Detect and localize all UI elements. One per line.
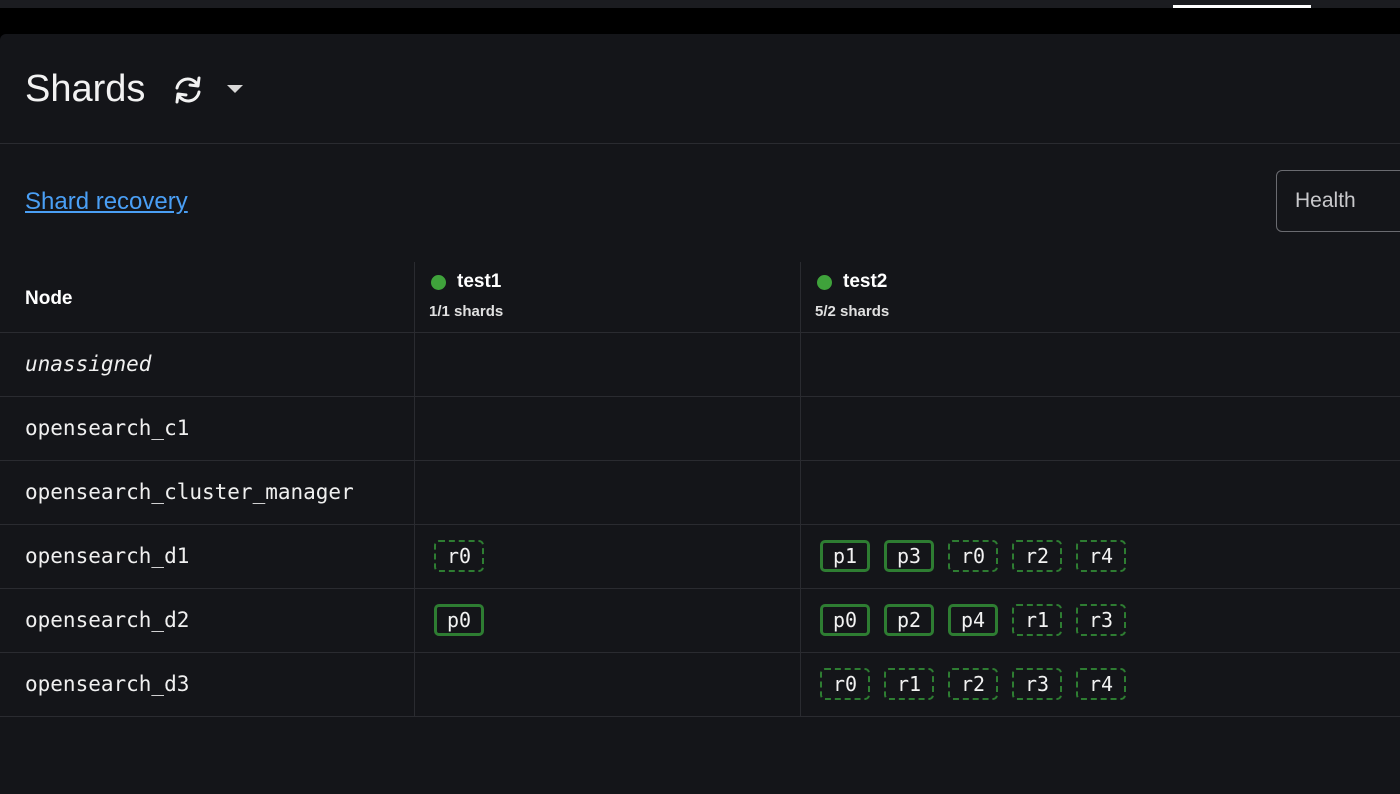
index-column-header-test1[interactable]: test1 1/1 shards <box>415 262 801 332</box>
replica-shard-badge[interactable]: r1 <box>884 668 934 700</box>
node-column-header: Node <box>0 262 415 332</box>
shard-cell-test2 <box>801 396 1400 460</box>
index-name: test2 <box>843 271 887 293</box>
refresh-options-dropdown[interactable] <box>222 78 248 100</box>
table-body: unassignedopensearch_c1opensearch_cluste… <box>0 332 1400 716</box>
shard-cell-test1: p0 <box>415 588 801 652</box>
index-name: test1 <box>457 271 501 293</box>
shard-recovery-link[interactable]: Shard recovery <box>25 188 188 216</box>
index-column-header-test2[interactable]: test2 5/2 shards <box>801 262 1400 332</box>
page-title: Shards <box>25 66 145 112</box>
node-name[interactable]: unassigned <box>0 332 415 396</box>
top-nav-bar <box>0 0 1400 8</box>
primary-shard-badge[interactable]: p0 <box>820 604 870 636</box>
replica-shard-badge[interactable]: r0 <box>820 668 870 700</box>
page-header: Shards <box>0 34 1400 144</box>
table-row: opensearch_cluster_manager <box>0 460 1400 524</box>
node-name[interactable]: opensearch_cluster_manager <box>0 460 415 524</box>
table-row: opensearch_d1 r0 p1 p3 r0 r2 r4 <box>0 524 1400 588</box>
refresh-icon <box>171 75 205 105</box>
caret-down-icon <box>226 84 244 94</box>
refresh-button[interactable] <box>168 70 208 110</box>
node-name[interactable]: opensearch_d2 <box>0 588 415 652</box>
replica-shard-badge[interactable]: r2 <box>948 668 998 700</box>
index-shard-count: 1/1 shards <box>429 303 800 320</box>
primary-shard-badge[interactable]: p2 <box>884 604 934 636</box>
shard-cell-test1: r0 <box>415 524 801 588</box>
shard-cell-test2: p0 p2 p4 r1 r3 <box>801 588 1400 652</box>
shards-table: Node test1 1/1 shards test2 5/2 shards <box>0 262 1400 717</box>
node-name[interactable]: opensearch_d1 <box>0 524 415 588</box>
replica-shard-badge[interactable]: r4 <box>1076 668 1126 700</box>
health-filter-select[interactable]: Health <box>1276 170 1400 232</box>
shard-cell-test2: p1 p3 r0 r2 r4 <box>801 524 1400 588</box>
table-row: opensearch_d3 r0 r1 r2 r3 r4 <box>0 652 1400 716</box>
replica-shard-badge[interactable]: r1 <box>1012 604 1062 636</box>
shards-panel: Shards Shard recovery Health Node <box>0 34 1400 794</box>
primary-shard-badge[interactable]: p3 <box>884 540 934 572</box>
replica-shard-badge[interactable]: r0 <box>948 540 998 572</box>
replica-shard-badge[interactable]: r0 <box>434 540 484 572</box>
shard-cell-test1 <box>415 396 801 460</box>
replica-shard-badge[interactable]: r3 <box>1012 668 1062 700</box>
shard-cell-test2: r0 r1 r2 r3 r4 <box>801 652 1400 716</box>
shard-cell-test1 <box>415 332 801 396</box>
table-row: opensearch_d2 p0 p0 p2 p4 r1 r3 <box>0 588 1400 652</box>
shard-cell-test1 <box>415 460 801 524</box>
node-name[interactable]: opensearch_d3 <box>0 652 415 716</box>
primary-shard-badge[interactable]: p1 <box>820 540 870 572</box>
replica-shard-badge[interactable]: r3 <box>1076 604 1126 636</box>
replica-shard-badge[interactable]: r4 <box>1076 540 1126 572</box>
replica-shard-badge[interactable]: r2 <box>1012 540 1062 572</box>
green-health-dot-icon <box>817 275 832 290</box>
table-header-row: Node test1 1/1 shards test2 5/2 shards <box>0 262 1400 332</box>
shard-cell-test2 <box>801 460 1400 524</box>
table-row: unassigned <box>0 332 1400 396</box>
green-health-dot-icon <box>431 275 446 290</box>
index-shard-count: 5/2 shards <box>815 303 1400 320</box>
active-tab-indicator <box>1173 5 1311 8</box>
table-row: opensearch_c1 <box>0 396 1400 460</box>
primary-shard-badge[interactable]: p0 <box>434 604 484 636</box>
shard-cell-test1 <box>415 652 801 716</box>
node-name[interactable]: opensearch_c1 <box>0 396 415 460</box>
primary-shard-badge[interactable]: p4 <box>948 604 998 636</box>
shard-cell-test2 <box>801 332 1400 396</box>
